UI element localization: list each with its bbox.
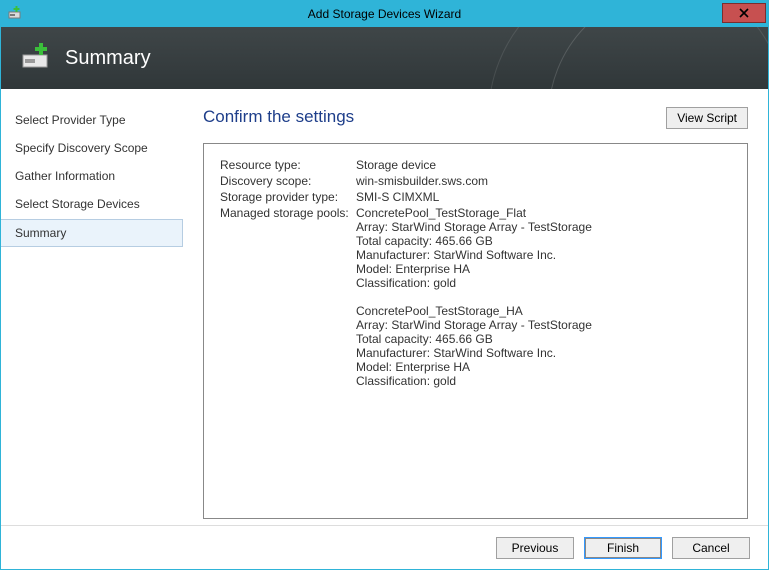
header-icon	[21, 43, 53, 74]
summary-row: Managed storage pools: ConcretePool_Test…	[220, 206, 731, 388]
summary-details: Resource type: Storage device Discovery …	[203, 143, 748, 519]
finish-button[interactable]: Finish	[584, 537, 662, 559]
label-resource-type: Resource type:	[220, 158, 356, 172]
step-gather-information[interactable]: Gather Information	[1, 163, 183, 189]
value-resource-type: Storage device	[356, 158, 731, 172]
view-script-button[interactable]: View Script	[666, 107, 748, 129]
close-button[interactable]	[722, 3, 766, 23]
steps-sidebar: Select Provider Type Specify Discovery S…	[1, 89, 183, 525]
label-storage-provider-type: Storage provider type:	[220, 190, 356, 204]
page-heading: Confirm the settings	[203, 107, 666, 127]
summary-row: Storage provider type: SMI-S CIMXML	[220, 190, 731, 204]
step-specify-discovery-scope[interactable]: Specify Discovery Scope	[1, 135, 183, 161]
wizard-header: Summary	[1, 27, 768, 89]
wizard-footer: Previous Finish Cancel	[1, 525, 768, 569]
value-storage-provider-type: SMI-S CIMXML	[356, 190, 731, 204]
step-select-provider-type[interactable]: Select Provider Type	[1, 107, 183, 133]
summary-row: Resource type: Storage device	[220, 158, 731, 172]
cancel-button[interactable]: Cancel	[672, 537, 750, 559]
window-title: Add Storage Devices Wizard	[308, 7, 461, 21]
label-discovery-scope: Discovery scope:	[220, 174, 356, 188]
titlebar: Add Storage Devices Wizard	[1, 1, 768, 27]
main-panel: Confirm the settings View Script Resourc…	[183, 89, 768, 525]
value-discovery-scope: win-smisbuilder.sws.com	[356, 174, 731, 188]
step-select-storage-devices[interactable]: Select Storage Devices	[1, 191, 183, 217]
summary-row: Discovery scope: win-smisbuilder.sws.com	[220, 174, 731, 188]
app-icon	[7, 5, 23, 24]
wizard-body: Select Provider Type Specify Discovery S…	[1, 89, 768, 525]
heading-row: Confirm the settings View Script	[203, 107, 748, 129]
header-title: Summary	[65, 47, 151, 70]
decorative-swirl	[488, 27, 768, 89]
previous-button[interactable]: Previous	[496, 537, 574, 559]
wizard-window: Add Storage Devices Wizard Summary Selec…	[0, 0, 769, 570]
value-managed-storage-pools: ConcretePool_TestStorage_Flat Array: Sta…	[356, 206, 731, 388]
label-managed-storage-pools: Managed storage pools:	[220, 206, 356, 388]
step-summary[interactable]: Summary	[1, 219, 183, 247]
